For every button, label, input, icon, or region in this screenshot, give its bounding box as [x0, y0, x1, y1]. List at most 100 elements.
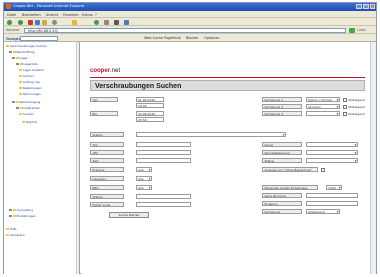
menu-view[interactable]: Ansicht — [46, 13, 59, 17]
go-icon[interactable] — [349, 27, 355, 33]
sortierung-select[interactable]: Absteigend — [306, 209, 340, 214]
typ-input[interactable] — [136, 142, 191, 147]
sidebar-item-label: Lager — [19, 56, 28, 60]
address-input[interactable]: http://80.86.0.40/ — [24, 27, 346, 33]
station-select[interactable] — [136, 132, 286, 137]
print-icon[interactable] — [114, 19, 119, 25]
stop-icon[interactable] — [28, 19, 33, 25]
close-icon[interactable]: × — [370, 4, 375, 9]
kanal-select[interactable] — [306, 142, 358, 147]
station-label: Station — [90, 132, 124, 137]
folder-icon — [19, 68, 22, 72]
bis-date-input[interactable]: 30.06.2010 — [136, 111, 164, 116]
sort2-select[interactable]: Sprühen — [306, 104, 340, 109]
expand-icon — [12, 56, 15, 60]
station2-input[interactable] — [136, 194, 191, 199]
ergebnis-input[interactable] — [306, 201, 358, 206]
sidebar-item[interactable]: Reports — [22, 120, 37, 124]
sidebar-item[interactable]: Suchen — [19, 74, 34, 78]
vin-input[interactable] — [136, 150, 191, 155]
sort1-desc-checkbox[interactable] — [343, 98, 347, 102]
sort1-select[interactable]: Datum / Uhrzeit — [306, 97, 340, 102]
links-label[interactable]: Links — [357, 28, 366, 32]
page-title-box: Verschraubungen Suchen — [90, 80, 365, 91]
sort2-label: Sortierung 2 — [262, 104, 302, 109]
home-icon[interactable] — [42, 19, 47, 25]
operator-select[interactable]: Alle — [136, 176, 152, 181]
refresh-icon[interactable] — [35, 19, 40, 25]
folder-icon — [19, 86, 22, 90]
favorites-icon[interactable] — [72, 19, 77, 25]
menu-edit[interactable]: Bearbeiten — [22, 13, 41, 17]
max-results-select[interactable]: 1000 — [326, 185, 342, 190]
toolbar — [4, 18, 376, 26]
sidebar-tree: Verschraubungen Suchen Beschaffung Lager… — [4, 42, 80, 274]
maximize-icon[interactable]: □ — [363, 4, 369, 9]
search-start-button[interactable]: Suche starten — [109, 212, 149, 218]
sidebar-item[interactable]: Wareneingang — [12, 100, 40, 104]
ereignis-select[interactable]: Alle — [136, 167, 152, 172]
sidebar-item[interactable]: Auftrag neu — [19, 80, 40, 84]
sort3-desc-checkbox[interactable] — [343, 112, 347, 116]
sidebar-item[interactable]: Kunden — [19, 112, 34, 116]
folder-icon — [19, 80, 22, 84]
sort3-select[interactable] — [306, 111, 340, 116]
sidebar-item[interactable]: Einstellungen — [9, 214, 36, 218]
sidebar-item[interactable]: Anmeldung — [9, 208, 33, 212]
sort2-desc-checkbox[interactable] — [343, 105, 347, 109]
sidebar-item[interactable]: Lager — [12, 56, 28, 60]
google-web-search[interactable]: Web-Suche — [144, 36, 163, 40]
menu-help[interactable]: ? — [95, 13, 97, 17]
zeit-label: Zeit — [90, 158, 124, 163]
mail-icon[interactable] — [104, 19, 109, 25]
history-icon[interactable] — [94, 19, 99, 25]
von-time-input[interactable]: 00:00 — [136, 103, 164, 108]
sidebar-item[interactable]: Lagerliste — [16, 62, 38, 66]
bis-time-input[interactable]: 23:59 — [136, 117, 164, 122]
browser-window: Cooper.Net - Microsoft Internet Explorer… — [3, 2, 377, 274]
sidebar-item[interactable]: Lieferanten — [16, 106, 40, 110]
menu-favorites[interactable]: Favoriten — [63, 13, 79, 17]
menu-file[interactable]: Datei — [7, 13, 16, 17]
sidebar-scrollbar[interactable] — [76, 42, 79, 274]
sidebar-item[interactable]: Verschraubungen Suchen — [6, 44, 47, 48]
sort3-label: Sortierung 3 — [262, 111, 302, 116]
status-select[interactable] — [306, 158, 358, 163]
expand-icon — [9, 214, 12, 218]
sidebar-item[interactable]: Bestellungen — [19, 86, 42, 90]
sort1-desc-label: Absteigend — [348, 98, 365, 102]
von-date-input[interactable]: 01.06.2010 — [136, 97, 164, 102]
folder-icon — [19, 106, 23, 110]
status-label: Status — [262, 158, 302, 163]
search-icon[interactable] — [52, 19, 57, 25]
anzeige-checkbox[interactable] — [321, 168, 325, 172]
sidebar-item[interactable]: Abmelden — [6, 233, 25, 237]
sidebar-item-label: Kunden — [23, 112, 34, 116]
window-title: Cooper.Net - Microsoft Internet Explorer — [13, 4, 85, 8]
main-content: cooper.net Verschraubungen Suchen Von 01… — [81, 42, 370, 274]
expand-icon — [12, 100, 15, 104]
menu-bar: Datei Bearbeiten Ansicht Favoriten Extra… — [4, 11, 376, 18]
main-scrollbar[interactable] — [370, 42, 376, 274]
sidebar-item[interactable]: Lager Zubehör — [19, 68, 44, 72]
spindel-select[interactable] — [306, 150, 358, 155]
google-search-input[interactable] — [20, 35, 58, 41]
expand-icon — [9, 50, 12, 54]
folder-icon — [12, 214, 16, 218]
edit-icon[interactable] — [124, 19, 129, 25]
address-value: http://80.86.0.40/ — [28, 29, 58, 33]
zeit-input[interactable] — [136, 158, 191, 163]
serie-input[interactable] — [306, 193, 358, 198]
minimize-icon[interactable]: – — [356, 4, 362, 9]
google-blocker[interactable]: Blocker — [186, 36, 199, 40]
sidebar-item-label: Wareneingang — [19, 100, 41, 104]
menu-tools[interactable]: Extras — [82, 13, 93, 17]
sidebar-item[interactable]: Rechnungen — [19, 92, 41, 96]
fehler-input[interactable] — [136, 202, 191, 207]
sidebar-item[interactable]: Hilfe — [6, 227, 17, 231]
back-icon[interactable] — [7, 19, 12, 25]
google-options[interactable]: Optionen — [204, 36, 220, 40]
forward-icon[interactable] — [18, 19, 23, 25]
sidebar-item[interactable]: Beschaffung — [9, 50, 34, 54]
prg-select[interactable]: Alle — [136, 185, 152, 190]
